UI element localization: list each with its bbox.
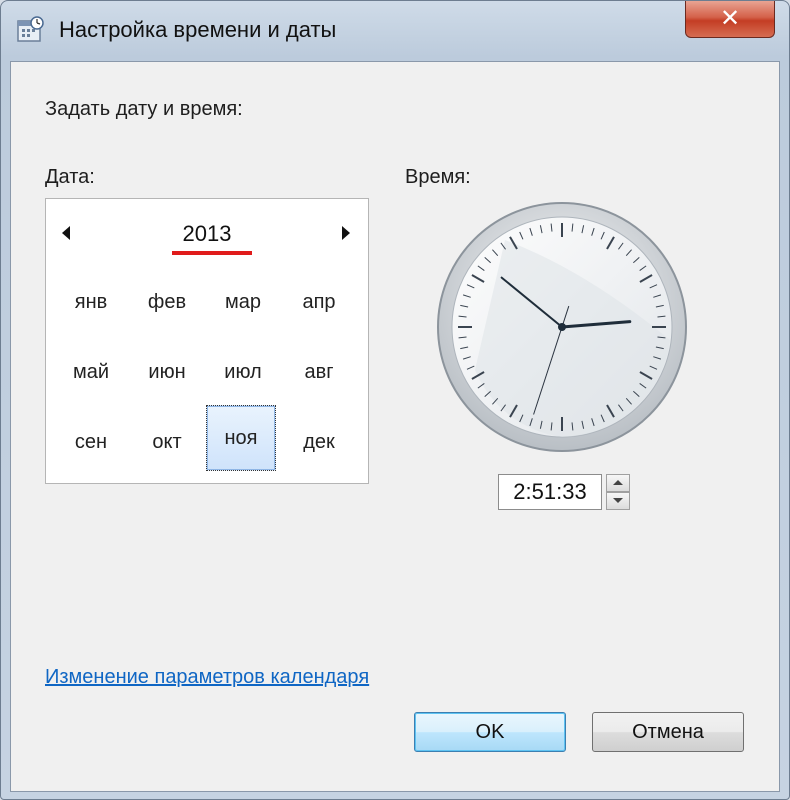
calendar-year[interactable]: 2013	[166, 221, 248, 247]
time-spinner[interactable]	[606, 474, 630, 510]
month-cell[interactable]: дек	[284, 409, 354, 475]
title-bar[interactable]: Настройка времени и даты ✕	[1, 1, 789, 61]
month-cell[interactable]: фев	[132, 269, 202, 335]
month-cell[interactable]: мар	[208, 269, 278, 335]
time-label: Время:	[405, 166, 471, 188]
dialog-body: Задать дату и время: Дата: Время: 2013 я…	[10, 61, 780, 792]
ok-button[interactable]: OK	[414, 712, 566, 752]
next-year-button[interactable]	[336, 223, 356, 243]
clock-center-pin	[558, 323, 566, 331]
set-date-time-heading: Задать дату и время:	[45, 98, 243, 120]
close-button[interactable]: ✕	[685, 1, 775, 38]
cancel-button[interactable]: Отмена	[592, 712, 744, 752]
arrow-right-icon	[342, 226, 350, 240]
month-cell[interactable]: янв	[56, 269, 126, 335]
dialog-window: Настройка времени и даты ✕ Задать дату и…	[0, 0, 790, 800]
time-increment-button[interactable]	[606, 474, 630, 492]
month-cell[interactable]: сен	[56, 409, 126, 475]
date-time-icon	[17, 16, 44, 42]
previous-year-button[interactable]	[58, 223, 78, 243]
time-input[interactable]: 2:51:33	[498, 474, 602, 510]
month-cell[interactable]: май	[56, 339, 126, 405]
month-cell-selected[interactable]: ноя	[206, 405, 276, 471]
month-cell[interactable]: июн	[132, 339, 202, 405]
arrow-down-icon	[613, 498, 623, 503]
date-label: Дата:	[45, 166, 95, 188]
month-cell[interactable]: авг	[284, 339, 354, 405]
window-title: Настройка времени и даты	[59, 17, 337, 42]
close-icon: ✕	[719, 4, 741, 32]
change-calendar-settings-link[interactable]: Изменение параметров календаря	[45, 666, 369, 689]
year-highlight-underline	[172, 251, 252, 255]
arrow-up-icon	[613, 480, 623, 485]
analog-clock	[437, 202, 687, 452]
time-decrement-button[interactable]	[606, 492, 630, 510]
month-cell[interactable]: июл	[208, 339, 278, 405]
month-cell[interactable]: апр	[284, 269, 354, 335]
month-cell[interactable]: окт	[132, 409, 202, 475]
month-calendar[interactable]: 2013 янв фев мар апр май июн июл авг сен…	[45, 198, 369, 484]
arrow-left-icon	[62, 226, 70, 240]
